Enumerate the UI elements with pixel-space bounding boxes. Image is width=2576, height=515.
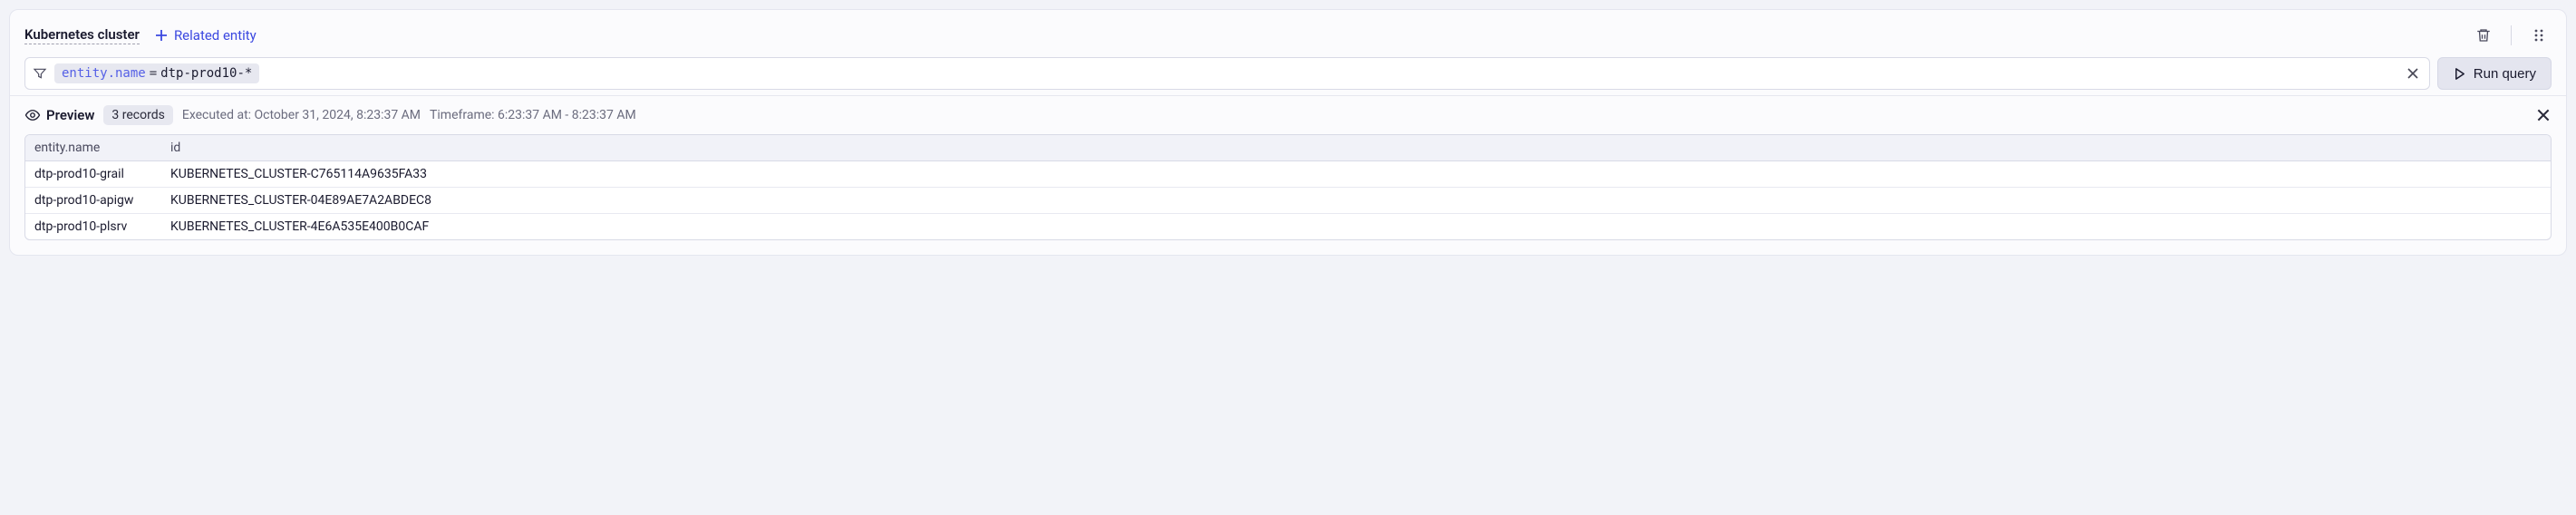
close-icon	[2406, 66, 2420, 81]
drag-handle[interactable]	[2526, 23, 2552, 48]
panel-header: Kubernetes cluster Related entity	[24, 23, 2552, 48]
eye-icon	[24, 107, 41, 123]
timeframe-text: Timeframe: 6:23:37 AM - 8:23:37 AM	[430, 108, 636, 122]
table-row[interactable]: dtp-prod10-plsrv KUBERNETES_CLUSTER-4E6A…	[25, 213, 2551, 239]
related-entity-label: Related entity	[174, 27, 257, 44]
run-query-label: Run query	[2474, 66, 2536, 82]
cell-id: KUBERNETES_CLUSTER-04E89AE7A2ABDEC8	[161, 188, 2551, 213]
filter-icon	[33, 66, 47, 81]
query-chip[interactable]: entity.name = dtp-prod10-*	[54, 63, 259, 83]
add-related-entity-button[interactable]: Related entity	[154, 27, 257, 44]
cell-name: dtp-prod10-grail	[25, 161, 161, 187]
chip-property: entity.name	[62, 66, 146, 81]
table-row[interactable]: dtp-prod10-apigw KUBERNETES_CLUSTER-04E8…	[25, 187, 2551, 213]
cell-id: KUBERNETES_CLUSTER-C765114A9635FA33	[161, 161, 2551, 187]
divider	[10, 95, 2566, 96]
query-input[interactable]: entity.name = dtp-prod10-*	[24, 57, 2430, 90]
table-header: entity.name id	[25, 135, 2551, 161]
column-header-id[interactable]: id	[161, 135, 2551, 160]
play-icon	[2453, 67, 2466, 81]
preview-header: Preview 3 records Executed at: October 3…	[24, 105, 2552, 125]
trash-icon	[2475, 27, 2492, 44]
cell-id: KUBERNETES_CLUSTER-4E6A535E400B0CAF	[161, 214, 2551, 239]
table-body: dtp-prod10-grail KUBERNETES_CLUSTER-C765…	[25, 161, 2551, 239]
cell-name: dtp-prod10-plsrv	[25, 214, 161, 239]
run-query-button[interactable]: Run query	[2437, 57, 2552, 90]
clear-query-button[interactable]	[2404, 64, 2422, 83]
preview-label: Preview	[46, 107, 94, 123]
close-icon	[2535, 107, 2552, 123]
table-row[interactable]: dtp-prod10-grail KUBERNETES_CLUSTER-C765…	[25, 161, 2551, 187]
records-badge: 3 records	[103, 105, 172, 125]
chip-operator: =	[150, 66, 157, 81]
results-table: entity.name id dtp-prod10-grail KUBERNET…	[24, 134, 2552, 240]
cell-name: dtp-prod10-apigw	[25, 188, 161, 213]
close-preview-button[interactable]	[2535, 107, 2552, 123]
executed-at-text: Executed at: October 31, 2024, 8:23:37 A…	[182, 108, 421, 122]
query-row: entity.name = dtp-prod10-* Run query	[24, 57, 2552, 90]
panel-title: Kubernetes cluster	[24, 26, 140, 44]
delete-button[interactable]	[2471, 23, 2496, 48]
plus-icon	[154, 28, 169, 43]
preview-label-group: Preview	[24, 107, 94, 123]
query-panel: Kubernetes cluster Related entity entity…	[9, 9, 2567, 256]
chip-value: dtp-prod10-*	[160, 66, 252, 81]
drag-handle-icon	[2532, 28, 2545, 43]
column-header-name[interactable]: entity.name	[25, 135, 161, 160]
divider	[2511, 25, 2512, 45]
